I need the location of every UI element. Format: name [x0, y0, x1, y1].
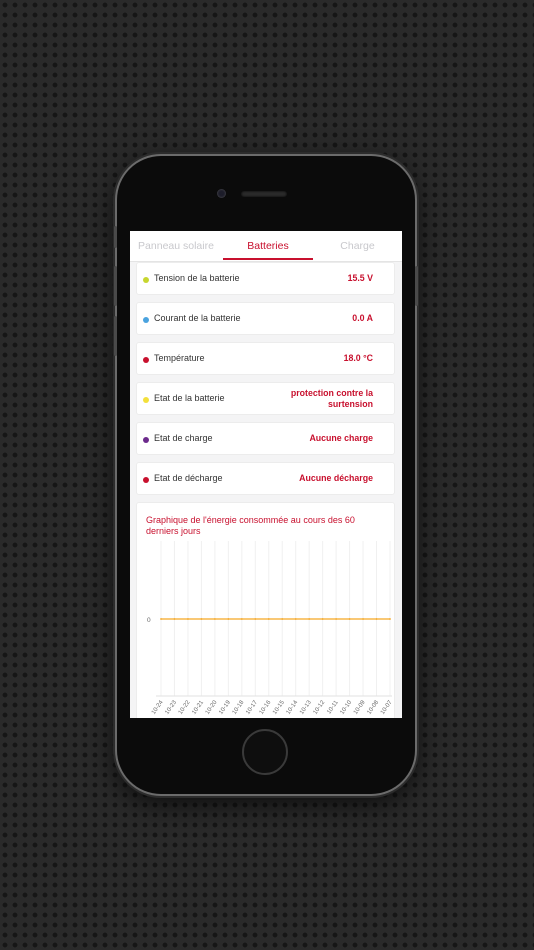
- data-point: [281, 618, 284, 620]
- row-value: Aucune charge: [309, 433, 373, 443]
- row-value: 15.5 V: [347, 273, 373, 283]
- row-label: Etat de décharge: [154, 473, 223, 483]
- x-tick-label: 10-11: [326, 699, 340, 715]
- row-label: Etat de la batterie: [154, 393, 225, 403]
- row-value: Aucune décharge: [299, 473, 373, 483]
- data-point: [335, 618, 338, 620]
- power-button: [415, 266, 418, 306]
- row-label: Etat de charge: [154, 433, 213, 443]
- data-point: [240, 618, 243, 620]
- row-etat-charge: Etat de charge Aucune charge: [136, 422, 395, 455]
- x-tick-label: 10-14: [286, 699, 300, 716]
- x-tick-label: 10-07: [380, 699, 394, 716]
- data-point: [294, 618, 297, 620]
- row-etat-decharge: Etat de décharge Aucune décharge: [136, 462, 395, 495]
- status-dot-icon: [143, 277, 149, 283]
- x-tick-label: 10-23: [164, 699, 178, 716]
- x-tick-label: 10-19: [218, 699, 232, 716]
- data-point: [213, 618, 216, 620]
- x-tick-label: 10-13: [299, 699, 313, 716]
- data-point: [200, 618, 203, 620]
- x-tick-label: 10-09: [353, 699, 367, 716]
- x-tick-label: 10-15: [272, 699, 286, 716]
- x-tick-label: 10-24: [151, 699, 165, 716]
- data-point: [160, 618, 162, 620]
- tab-bar: Panneau solaire Batteries Charge: [130, 231, 402, 262]
- y-tick-label: 0: [147, 617, 151, 624]
- x-tick-label: 10-16: [259, 699, 273, 716]
- row-courant: Courant de la batterie 0.0 A: [136, 302, 395, 335]
- row-temperature: Température 18.0 °C: [136, 342, 395, 375]
- phone-frame: Panneau solaire Batteries Charge Tension…: [114, 156, 418, 794]
- x-tick-label: 10-20: [205, 699, 219, 716]
- tab-batteries[interactable]: Batteries: [223, 231, 313, 261]
- x-tick-label: 10-08: [366, 699, 380, 716]
- volume-down-button: [114, 316, 117, 356]
- front-camera: [217, 189, 226, 198]
- energy-chart-card: Graphique de l'énergie consommée au cour…: [136, 502, 395, 718]
- row-label: Courant de la batterie: [154, 313, 241, 323]
- status-dot-icon: [143, 317, 149, 323]
- tab-charge[interactable]: Charge: [313, 231, 402, 261]
- data-point: [308, 618, 311, 620]
- data-point: [173, 618, 176, 620]
- row-value: 18.0 °C: [343, 353, 373, 363]
- earpiece-speaker: [241, 191, 287, 197]
- tab-panneau-solaire[interactable]: Panneau solaire: [132, 231, 220, 261]
- data-point: [375, 618, 378, 620]
- data-point: [187, 618, 189, 620]
- volume-up-button: [114, 266, 117, 306]
- data-point: [362, 618, 364, 620]
- mute-switch: [114, 226, 117, 248]
- row-tension: Tension de la batterie 15.5 V: [136, 262, 395, 295]
- row-value: protection contre la surtension: [290, 387, 373, 409]
- row-value: 0.0 A: [352, 313, 373, 323]
- row-label: Tension de la batterie: [154, 273, 240, 283]
- data-point: [389, 618, 391, 620]
- status-dot-icon: [143, 437, 149, 443]
- x-tick-label: 10-10: [340, 699, 354, 716]
- data-point: [267, 618, 270, 620]
- status-dot-icon: [143, 357, 149, 363]
- x-tick-label: 10-22: [178, 699, 192, 716]
- status-dot-icon: [143, 397, 149, 403]
- data-point: [254, 618, 257, 620]
- status-dot-icon: [143, 477, 149, 483]
- x-tick-label: 10-18: [232, 699, 246, 716]
- active-tab-indicator: [223, 258, 313, 260]
- x-tick-label: 10-21: [191, 699, 205, 716]
- data-point: [321, 618, 324, 620]
- x-tick-label: 10-17: [245, 699, 259, 716]
- energy-line-chart: 010-24 10-23 10-22 10-21 10-20 10-19 10-18 10-1…: [147, 541, 394, 716]
- data-point: [348, 618, 351, 620]
- data-point: [227, 618, 230, 620]
- x-tick-label: 10-12: [313, 699, 327, 716]
- home-button[interactable]: [242, 729, 288, 775]
- app-screen: Panneau solaire Batteries Charge Tension…: [130, 231, 402, 718]
- row-label: Température: [154, 353, 205, 363]
- row-etat-batterie: Etat de la batterie protection contre la…: [136, 382, 395, 415]
